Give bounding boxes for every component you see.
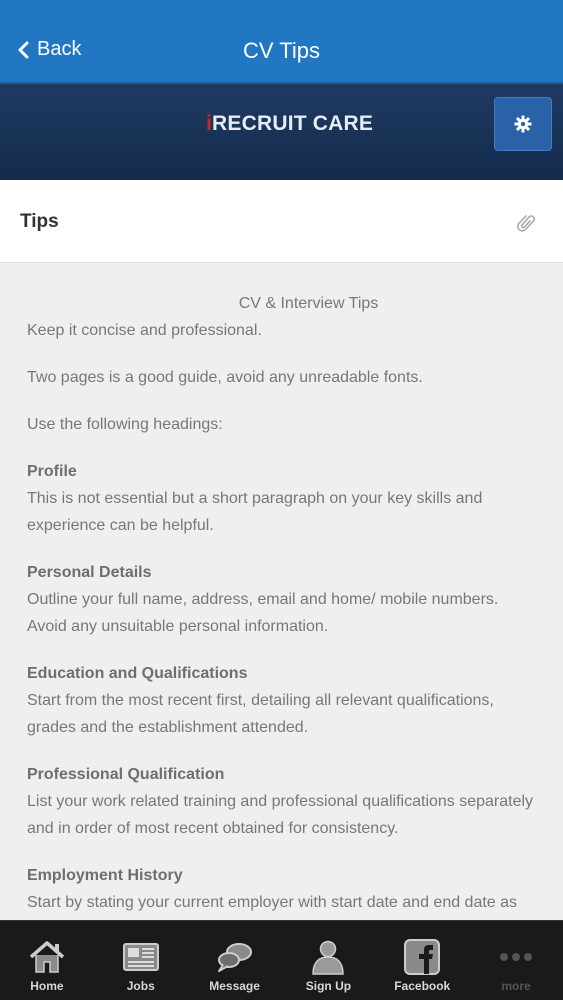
tip-paragraph: Use the following headings: [27,416,223,433]
more-dots-icon [500,953,533,961]
content-heading: CV & Interview Tips [238,295,379,312]
person-icon [312,940,345,975]
gear-icon [514,115,532,133]
logo-text: RECRUIT CARE [212,112,374,135]
tip-paragraph: Start by stating your current employer w… [27,894,518,911]
tab-label: Sign Up [305,979,352,993]
tip-heading: Personal Details [27,564,152,581]
tip-heading: Profile [27,463,77,480]
home-icon [29,941,65,973]
tips-content: CV & Interview Tips Keep it concise and … [27,290,537,916]
tab-label: more [501,979,531,993]
tip-paragraph: This is not essential but a short paragr… [27,490,483,534]
tab-home[interactable]: Home [0,921,94,1000]
tab-label: Facebook [394,979,451,993]
tip-paragraph: Two pages is a good guide, avoid any unr… [27,369,423,386]
tip-paragraph: Outline your full name, address, email a… [27,591,499,635]
tab-sign-up[interactable]: Sign Up [281,921,375,1000]
tab-bar: Home Jobs Message Sign Up Facebook more [0,920,563,1000]
tab-label: Message [209,979,260,993]
tab-more[interactable]: more [469,921,563,1000]
tab-label: Jobs [126,979,155,993]
page-title: CV Tips [242,38,321,63]
recruit-care-logo: iRECRUIT CARE [206,112,373,136]
tab-facebook[interactable]: Facebook [375,921,469,1000]
tip-paragraph: List your work related training and prof… [27,793,534,837]
tab-label: Home [30,979,64,993]
tip-heading: Education and Qualifications [27,665,248,682]
section-header: Tips [0,180,563,263]
navigation-bar: Back CV Tips [0,0,563,84]
tip-heading: Professional Qualification [27,766,225,783]
paperclip-icon[interactable] [516,212,538,234]
tip-paragraph: Keep it concise and professional. [27,322,262,339]
tip-paragraph: Start from the most recent first, detail… [27,692,494,736]
section-title: Tips [20,211,59,232]
tab-jobs[interactable]: Jobs [94,921,188,1000]
tip-heading: Employment History [27,867,183,884]
tab-message[interactable]: Message [188,921,282,1000]
facebook-icon [404,939,441,975]
speech-bubbles-icon [217,943,252,972]
settings-button[interactable] [494,97,552,151]
newspaper-icon [122,943,159,971]
